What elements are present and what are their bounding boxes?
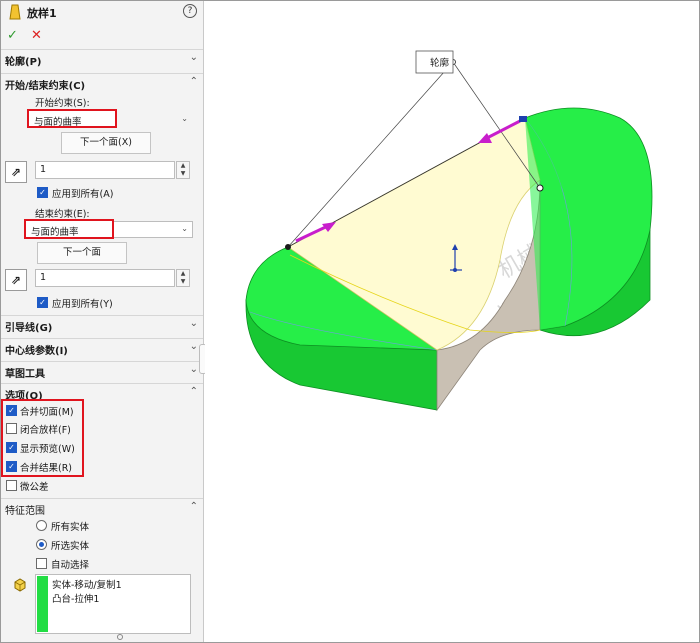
profile-callout-text: 轮廓 [430, 57, 450, 69]
show-preview-checkbox[interactable]: ✓ [6, 442, 17, 453]
end-constraint-select[interactable]: 与面的曲率 ⌄ [26, 221, 193, 238]
chevron-down-icon: ⌄ [189, 52, 198, 63]
chevron-up-icon: ⌃ [189, 501, 198, 512]
profile-point[interactable] [536, 184, 544, 192]
micro-tolerance-label: 微公差 [20, 482, 49, 493]
bodies-listbox[interactable]: 实体-移动/复制1 凸台-拉伸1 [35, 574, 191, 634]
dropdown-arrow-icon: ⌄ [181, 114, 188, 123]
section-guide[interactable]: 引导线(G) ⌄ [1, 315, 203, 335]
end-constraint-label: 结束约束(E): [35, 209, 90, 220]
chevron-down-icon: ⌄ [189, 341, 198, 352]
chevron-down-icon: ⌄ [189, 318, 198, 329]
start-constraint-select[interactable]: 与面的曲率 ⌄ [29, 111, 193, 128]
section-feature-scope-label: 特征范围 [5, 506, 45, 517]
start-apply-all-checkbox[interactable]: ✓ [37, 187, 48, 198]
end-apply-all-checkbox[interactable]: ✓ [37, 297, 48, 308]
end-profile-marker [519, 116, 527, 122]
show-preview-label: 显示预览(W) [20, 444, 75, 455]
end-spinner[interactable]: ▲ ▼ [176, 269, 190, 287]
model-preview: 机械时代网 www.jxage.com [245, 50, 653, 412]
section-centerline[interactable]: 中心线参数(I) ⌄ [1, 338, 203, 358]
section-centerline-label: 中心线参数(I) [5, 346, 68, 357]
chevron-up-icon: ⌃ [189, 386, 198, 397]
property-manager-panel: 放样1 ? ✓ ✕ 轮廓(P) ⌄ 开始/结束约束(C) ⌃ 开始约束(S): … [1, 1, 204, 642]
chevron-up-icon: ⌃ [189, 76, 198, 87]
start-tangent-length-input[interactable]: 1 [35, 161, 175, 179]
ok-button[interactable]: ✓ [7, 28, 18, 43]
dropdown-arrow-icon: ⌄ [181, 224, 188, 233]
close-loft-checkbox[interactable] [6, 423, 17, 434]
end-tangent-length-input[interactable]: 1 [35, 269, 175, 287]
selected-bodies-radio[interactable] [36, 539, 47, 550]
end-constraint-value: 与面的曲率 [31, 227, 79, 238]
close-loft-label: 闭合放样(F) [20, 425, 71, 436]
start-constraint-label: 开始约束(S): [35, 98, 90, 109]
loft-feature-icon [9, 4, 21, 20]
micro-tolerance-checkbox[interactable] [6, 480, 17, 491]
merge-result-checkbox[interactable]: ✓ [6, 461, 17, 472]
section-feature-scope[interactable]: 特征范围 ⌃ [1, 498, 203, 518]
body-list-item[interactable]: 凸台-拉伸1 [52, 591, 99, 605]
section-profile[interactable]: 轮廓(P) ⌄ [1, 49, 203, 69]
start-next-face-button[interactable]: 下一个面(X) [61, 132, 151, 154]
merge-tangent-label: 合并切面(M) [20, 407, 74, 418]
help-icon[interactable]: ? [183, 4, 197, 18]
section-start-end[interactable]: 开始/结束约束(C) ⌃ [1, 73, 203, 93]
graphics-viewport[interactable]: 机械时代网 www.jxage.com [205, 1, 699, 642]
all-bodies-radio[interactable] [36, 520, 47, 531]
end-next-face-button[interactable]: 下一个面 [37, 242, 127, 264]
all-bodies-label: 所有实体 [51, 522, 90, 533]
start-spinner[interactable]: ▲ ▼ [176, 161, 190, 179]
section-start-end-label: 开始/结束约束(C) [5, 81, 86, 92]
triad-origin [453, 268, 457, 272]
end-direction-icon[interactable]: ⇗ [5, 269, 27, 291]
section-guide-label: 引导线(G) [5, 323, 53, 334]
selected-bodies-label: 所选实体 [51, 541, 90, 552]
feature-title: 放样1 [27, 7, 57, 20]
resize-handle-icon[interactable] [117, 634, 123, 640]
merge-tangent-checkbox[interactable]: ✓ [6, 405, 17, 416]
auto-select-label: 自动选择 [51, 560, 90, 571]
cancel-button[interactable]: ✕ [31, 28, 42, 43]
section-profile-label: 轮廓(P) [5, 57, 42, 68]
auto-select-checkbox[interactable] [36, 558, 47, 569]
section-sketch-tools[interactable]: 草图工具 ⌄ [1, 361, 203, 381]
profile-point[interactable] [285, 244, 291, 250]
start-direction-icon[interactable]: ⇗ [5, 161, 27, 183]
merge-result-label: 合并结果(R) [20, 463, 73, 474]
solid-body-icon [14, 578, 26, 592]
chevron-down-icon: ⌄ [189, 364, 198, 375]
section-sketch-tools-label: 草图工具 [5, 369, 45, 380]
body-list-item[interactable]: 实体-移动/复制1 [52, 577, 122, 591]
start-constraint-value: 与面的曲率 [34, 117, 82, 128]
selection-color-bar [37, 576, 48, 632]
end-apply-all-label: 应用到所有(Y) [52, 299, 113, 310]
start-apply-all-label: 应用到所有(A) [52, 189, 114, 200]
